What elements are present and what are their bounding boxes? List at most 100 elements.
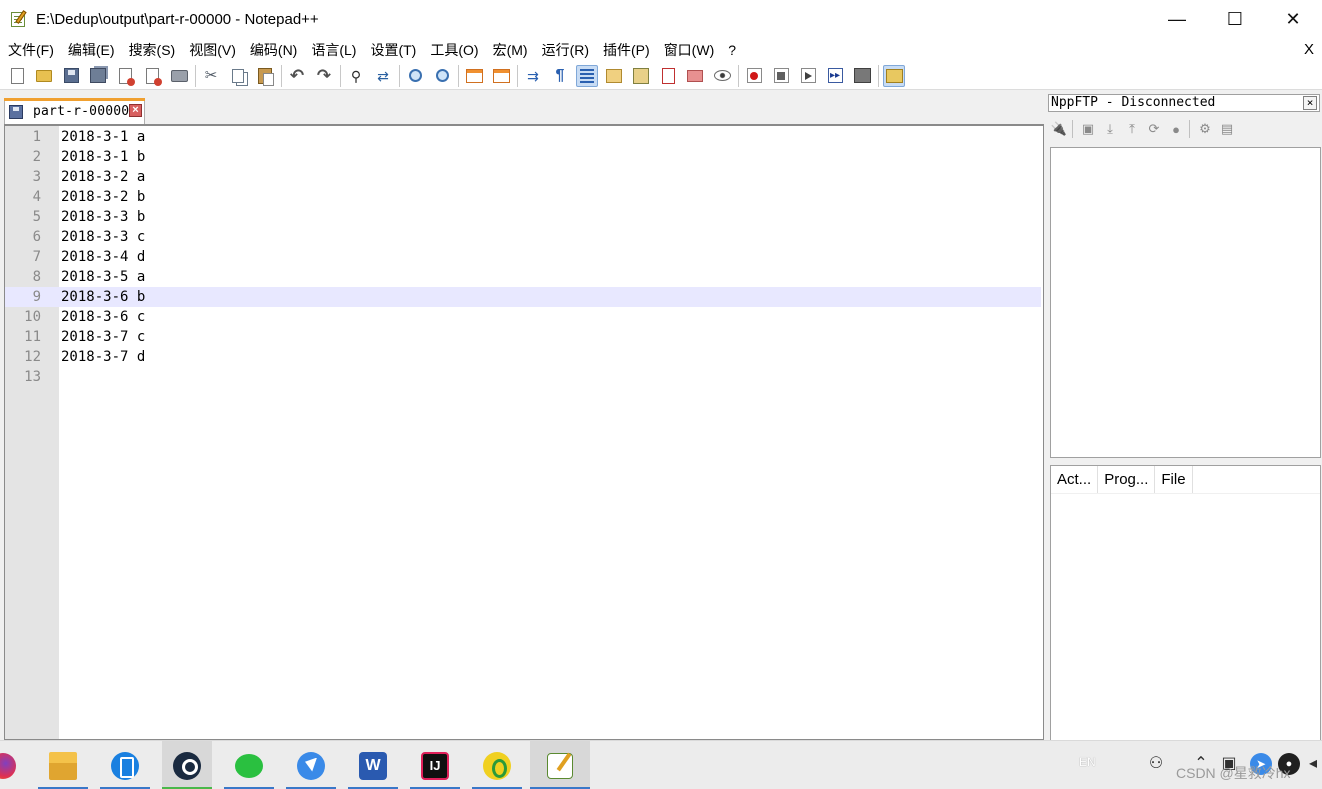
nppftp-icon[interactable] (883, 64, 905, 87)
maximize-button[interactable]: ☐ (1206, 0, 1264, 38)
editor-line[interactable]: 10 2018-3-6 c (5, 307, 1041, 327)
find-icon[interactable]: ⚲ (345, 65, 367, 87)
macro-record-icon[interactable] (743, 65, 765, 87)
tab-part-r-00000[interactable]: part-r-00000 × (4, 98, 145, 124)
paste-icon[interactable] (254, 65, 276, 87)
upload-file-icon[interactable]: ⤒ (1123, 120, 1141, 138)
undo-icon[interactable]: ↶ (286, 65, 308, 87)
toolbar-separator (340, 64, 341, 87)
zoom-in-icon[interactable] (404, 65, 426, 87)
taskbar-wechat[interactable] (224, 741, 274, 789)
line-number: 10 (24, 309, 41, 325)
sync-vertical-icon[interactable] (463, 65, 485, 87)
close-window-button[interactable]: ✕ (1264, 0, 1322, 38)
nppftp-toolbar: 🔌 ▣ ⤓ ⤒ ⟳ ● ⚙ ▤ (1050, 118, 1240, 140)
save-icon[interactable] (60, 65, 82, 87)
monitoring-icon[interactable] (711, 65, 733, 87)
user-defined-language-icon[interactable] (603, 65, 625, 87)
show-all-characters-icon[interactable]: ¶ (549, 65, 571, 87)
sync-horizontal-icon[interactable] (490, 65, 512, 87)
menu-encoding[interactable]: 编码(N) (243, 38, 304, 62)
input-language-indicator[interactable]: EN (1079, 755, 1096, 769)
queue-header-progress[interactable]: Prog... (1098, 466, 1156, 493)
zoom-out-icon[interactable] (431, 65, 453, 87)
redo-icon[interactable]: ↷ (313, 65, 335, 87)
nppftp-queue-list[interactable]: Act... Prog... File (1050, 465, 1321, 741)
macro-run-multiple-icon[interactable]: ▸▸ (824, 65, 846, 87)
close-all-icon[interactable] (141, 65, 163, 87)
message-window-icon[interactable]: ▤ (1218, 120, 1236, 138)
line-number: 7 (32, 249, 41, 265)
save-all-icon[interactable] (87, 65, 109, 87)
print-icon[interactable] (168, 65, 190, 87)
people-icon[interactable]: ⚇ (1145, 753, 1167, 775)
menu-edit[interactable]: 编辑(E) (61, 38, 122, 62)
word-wrap-icon[interactable]: ⇉ (522, 65, 544, 87)
menu-run[interactable]: 运行(R) (535, 38, 596, 62)
cut-icon[interactable]: ✂ (200, 65, 222, 87)
nppftp-close-icon[interactable]: × (1303, 96, 1317, 110)
line-text: 2018-3-3 b (61, 209, 146, 225)
queue-header-action[interactable]: Act... (1051, 466, 1099, 493)
editor-line[interactable]: 6 2018-3-3 c (5, 227, 1041, 247)
upload-icon[interactable]: ⤓ (1101, 120, 1119, 138)
menu-window[interactable]: 窗口(W) (657, 38, 722, 62)
nppftp-file-tree[interactable] (1050, 147, 1321, 458)
macro-save-icon[interactable] (851, 65, 873, 87)
editor-line[interactable]: 3 2018-3-2 a (5, 167, 1041, 187)
connect-icon[interactable]: 🔌 (1050, 120, 1068, 138)
queue-header-file[interactable]: File (1155, 466, 1193, 493)
editor-line[interactable]: 5 2018-3-3 b (5, 207, 1041, 227)
text-editor[interactable]: 1 2018-3-1 a 2 2018-3-1 b 3 2018-3-2 a 4 2018-3… (4, 124, 1044, 740)
notepad-plus-plus-icon (10, 10, 30, 28)
menu-plugins[interactable]: 插件(P) (596, 38, 657, 62)
indent-guide-icon[interactable] (576, 64, 598, 87)
taskbar-firefox[interactable] (0, 741, 16, 789)
taskbar-steam[interactable] (162, 741, 212, 789)
close-icon[interactable] (114, 65, 136, 87)
line-number: 2 (32, 149, 41, 165)
taskbar-feishu[interactable] (286, 741, 336, 789)
editor-line[interactable]: 8 2018-3-5 a (5, 267, 1041, 287)
tab-close-icon[interactable]: × (129, 104, 142, 117)
taskbar-word[interactable]: W (348, 741, 398, 789)
taskbar-file-explorer[interactable] (38, 741, 88, 789)
editor-line[interactable]: 7 2018-3-4 d (5, 247, 1041, 267)
editor-line[interactable]: 2 2018-3-1 b (5, 147, 1041, 167)
editor-line[interactable]: 4 2018-3-2 b (5, 187, 1041, 207)
editor-line[interactable]: 1 2018-3-1 a (5, 127, 1041, 147)
menu-macro[interactable]: 宏(M) (486, 38, 535, 62)
editor-line[interactable]: 9 2018-3-6 b (5, 287, 1041, 307)
close-document-button[interactable]: X (1304, 38, 1314, 62)
macro-stop-icon[interactable] (770, 65, 792, 87)
speaker-icon[interactable]: ◂ (1302, 753, 1322, 775)
open-file-icon[interactable] (33, 65, 55, 87)
editor-line[interactable]: 13 (5, 367, 1041, 387)
taskbar-qq-music[interactable] (472, 741, 522, 789)
taskbar-intellij-idea[interactable]: IJ (410, 741, 460, 789)
menu-view[interactable]: 视图(V) (182, 38, 243, 62)
replace-icon[interactable]: ⇄ (372, 65, 394, 87)
function-list-icon[interactable] (657, 65, 679, 87)
macro-play-icon[interactable] (797, 65, 819, 87)
settings-gear-icon[interactable]: ⚙ (1196, 120, 1214, 138)
taskbar-notepad-plus-plus[interactable] (530, 741, 590, 789)
document-map-icon[interactable] (630, 65, 652, 87)
copy-icon[interactable] (227, 65, 249, 87)
menu-help[interactable]: ? (721, 38, 743, 62)
menu-tools[interactable]: 工具(O) (423, 38, 485, 62)
toolbar-separator (738, 64, 739, 87)
taskbar-phone-link[interactable] (100, 741, 150, 789)
editor-line[interactable]: 12 2018-3-7 d (5, 347, 1041, 367)
folder-as-workspace-icon[interactable] (684, 65, 706, 87)
new-file-icon[interactable] (6, 65, 28, 87)
menu-settings[interactable]: 设置(T) (363, 38, 423, 62)
editor-line[interactable]: 11 2018-3-7 c (5, 327, 1041, 347)
refresh-icon[interactable]: ⟳ (1145, 120, 1163, 138)
menu-language[interactable]: 语言(L) (304, 38, 363, 62)
menu-search[interactable]: 搜索(S) (122, 38, 183, 62)
abort-icon[interactable]: ● (1167, 120, 1185, 138)
minimize-button[interactable]: — (1148, 0, 1206, 38)
menu-file[interactable]: 文件(F) (0, 38, 61, 62)
download-icon[interactable]: ▣ (1079, 120, 1097, 138)
